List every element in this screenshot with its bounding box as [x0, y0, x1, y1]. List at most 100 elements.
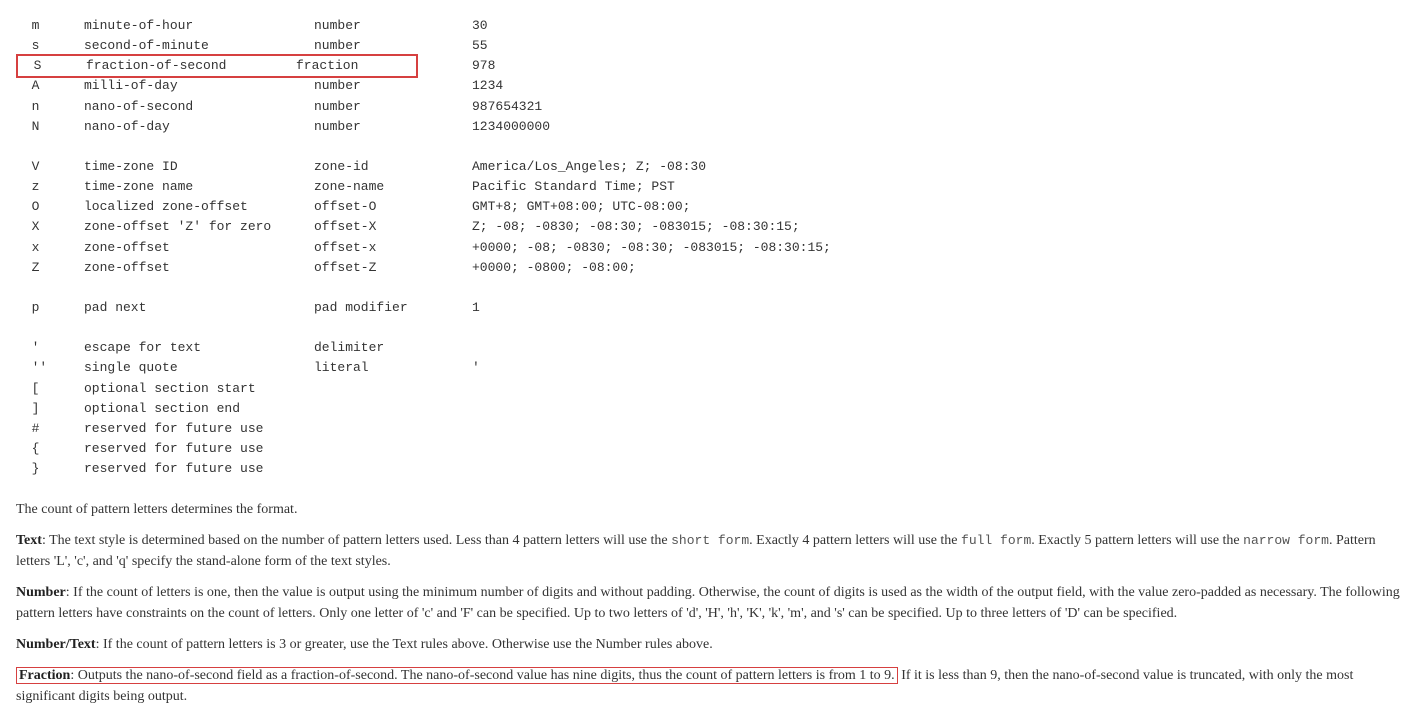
table-row: xzone-offsetoffset-x+0000; -08; -0830; -…: [16, 238, 1407, 258]
col-type: pad modifier: [314, 298, 472, 318]
col-type: number: [314, 97, 472, 117]
col-example: 1234000000: [472, 117, 550, 137]
narrow-form-link[interactable]: narrow form: [1243, 533, 1329, 548]
col-symbol: S: [18, 56, 86, 76]
col-symbol: ': [16, 338, 84, 358]
table-row: ''single quoteliteral': [16, 358, 1407, 378]
col-symbol: Z: [16, 258, 84, 278]
col-symbol: A: [16, 76, 84, 96]
col-type: number: [314, 16, 472, 36]
table-row: [optional section start: [16, 379, 1407, 399]
col-symbol: [: [16, 379, 84, 399]
col-symbol: }: [16, 459, 84, 479]
col-meaning: second-of-minute: [84, 36, 314, 56]
table-row: [16, 278, 1407, 298]
table-row: nnano-of-secondnumber987654321: [16, 97, 1407, 117]
col-meaning: optional section end: [84, 399, 314, 419]
fraction-rule-paragraph: Fraction: Outputs the nano-of-second fie…: [16, 665, 1407, 707]
table-row: Amilli-of-daynumber1234: [16, 76, 1407, 96]
col-example: America/Los_Angeles; Z; -08:30: [472, 157, 706, 177]
table-row: Xzone-offset 'Z' for zerooffset-XZ; -08;…: [16, 217, 1407, 237]
col-example: ': [472, 358, 480, 378]
table-row: ssecond-of-minutenumber55: [16, 36, 1407, 56]
col-meaning: time-zone ID: [84, 157, 314, 177]
col-example: 55: [472, 36, 488, 56]
col-meaning: reserved for future use: [84, 419, 314, 439]
table-row: Sfraction-of-secondfraction 978: [16, 56, 1407, 76]
table-row: #reserved for future use: [16, 419, 1407, 439]
col-type: offset-O: [314, 197, 472, 217]
col-meaning: fraction-of-second: [86, 56, 296, 76]
col-symbol: '': [16, 358, 84, 378]
col-meaning: time-zone name: [84, 177, 314, 197]
col-symbol: n: [16, 97, 84, 117]
text-rule-paragraph: Text: The text style is determined based…: [16, 530, 1407, 572]
col-type: offset-x: [314, 238, 472, 258]
table-row: }reserved for future use: [16, 459, 1407, 479]
highlighted-row: Sfraction-of-secondfraction: [16, 54, 418, 78]
col-meaning: zone-offset: [84, 258, 314, 278]
col-symbol: {: [16, 439, 84, 459]
col-example: GMT+8; GMT+08:00; UTC-08:00;: [472, 197, 690, 217]
table-row: Nnano-of-daynumber1234000000: [16, 117, 1407, 137]
table-row: ztime-zone namezone-namePacific Standard…: [16, 177, 1407, 197]
fraction-highlight: Fraction: Outputs the nano-of-second fie…: [16, 667, 898, 684]
col-meaning: minute-of-hour: [84, 16, 314, 36]
col-example: 30: [472, 16, 488, 36]
pattern-table: mminute-of-hournumber30 ssecond-of-minut…: [16, 16, 1407, 479]
short-form-link[interactable]: short form: [671, 533, 749, 548]
table-row: Zzone-offsetoffset-Z+0000; -0800; -08:00…: [16, 258, 1407, 278]
numtext-label: Number/Text: [16, 637, 96, 652]
text-label: Text: [16, 533, 42, 548]
col-meaning: milli-of-day: [84, 76, 314, 96]
col-meaning: pad next: [84, 298, 314, 318]
col-symbol: s: [16, 36, 84, 56]
col-meaning: nano-of-day: [84, 117, 314, 137]
table-row: Vtime-zone IDzone-idAmerica/Los_Angeles;…: [16, 157, 1407, 177]
col-symbol: #: [16, 419, 84, 439]
col-symbol: x: [16, 238, 84, 258]
table-row: {reserved for future use: [16, 439, 1407, 459]
col-example: +0000; -0800; -08:00;: [472, 258, 636, 278]
col-example: Z; -08; -0830; -08:30; -083015; -08:30:1…: [472, 217, 800, 237]
col-symbol: m: [16, 16, 84, 36]
col-example: 1: [472, 298, 480, 318]
col-type: zone-id: [314, 157, 472, 177]
col-meaning: zone-offset 'Z' for zero: [84, 217, 314, 237]
col-meaning: optional section start: [84, 379, 314, 399]
col-type: offset-X: [314, 217, 472, 237]
col-example: 1234: [472, 76, 503, 96]
intro-paragraph: The count of pattern letters determines …: [16, 499, 1407, 520]
col-type: number: [314, 76, 472, 96]
col-type: zone-name: [314, 177, 472, 197]
table-row: ]optional section end: [16, 399, 1407, 419]
table-row: [16, 137, 1407, 157]
col-type: fraction: [296, 56, 358, 76]
col-symbol: X: [16, 217, 84, 237]
col-symbol: p: [16, 298, 84, 318]
fraction-label: Fraction: [19, 668, 70, 683]
col-type: number: [314, 36, 472, 56]
number-text-rule-paragraph: Number/Text: If the count of pattern let…: [16, 634, 1407, 655]
number-label: Number: [16, 585, 66, 600]
col-meaning: reserved for future use: [84, 439, 314, 459]
table-row: [16, 318, 1407, 338]
col-meaning: reserved for future use: [84, 459, 314, 479]
number-rule-paragraph: Number: If the count of letters is one, …: [16, 582, 1407, 624]
col-example: 987654321: [472, 97, 542, 117]
full-form-link[interactable]: full form: [961, 533, 1031, 548]
col-type: literal: [314, 358, 472, 378]
table-row: 'escape for textdelimiter: [16, 338, 1407, 358]
col-meaning: single quote: [84, 358, 314, 378]
table-row: ppad nextpad modifier1: [16, 298, 1407, 318]
col-meaning: localized zone-offset: [84, 197, 314, 217]
col-symbol: ]: [16, 399, 84, 419]
col-example: +0000; -08; -0830; -08:30; -083015; -08:…: [472, 238, 831, 258]
table-row: mminute-of-hournumber30: [16, 16, 1407, 36]
col-type: offset-Z: [314, 258, 472, 278]
col-example: 978: [472, 56, 495, 76]
col-meaning: escape for text: [84, 338, 314, 358]
col-meaning: zone-offset: [84, 238, 314, 258]
col-symbol: V: [16, 157, 84, 177]
col-meaning: nano-of-second: [84, 97, 314, 117]
